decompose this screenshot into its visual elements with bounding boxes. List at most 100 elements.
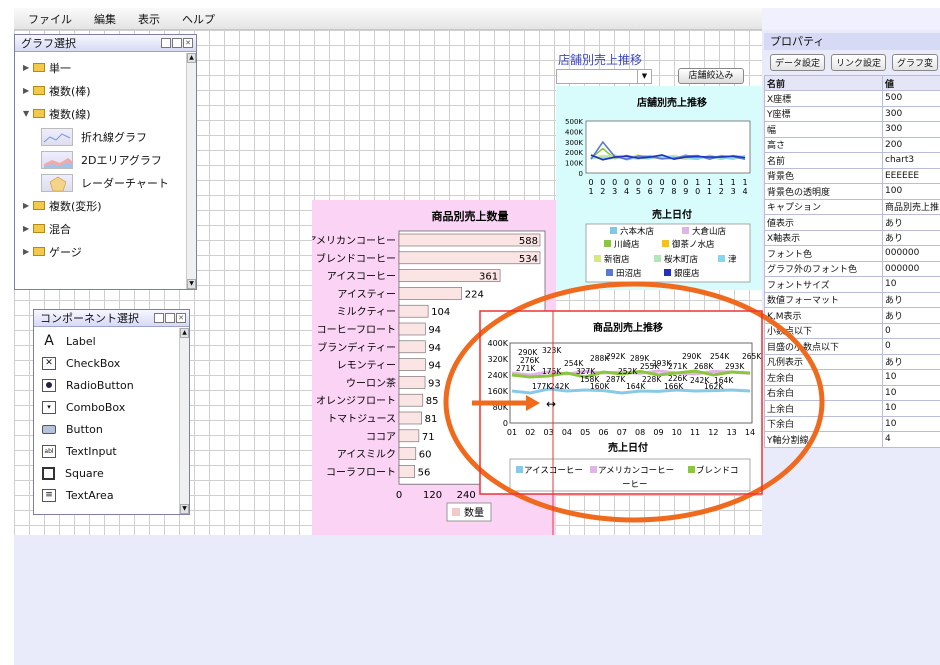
tab-graph-change[interactable]: グラフ変	[892, 54, 939, 71]
property-row[interactable]: X座標 500	[764, 90, 940, 107]
trend-data-label: 265K	[742, 352, 762, 361]
property-row[interactable]: 名前 chart3	[764, 152, 940, 169]
component-combobox[interactable]: ▾ ComboBox	[34, 396, 189, 418]
tab-link-settings[interactable]: リンク設定	[831, 54, 887, 71]
bar[interactable]	[398, 393, 424, 407]
sub-item-2d-area[interactable]: 2Dエリアグラフ	[15, 148, 196, 171]
graph-item-gauge[interactable]: ▶ ゲージ	[15, 240, 196, 263]
property-row[interactable]: K,M表示 あり	[764, 307, 940, 324]
property-value[interactable]: 200	[882, 136, 940, 153]
bar[interactable]	[398, 376, 426, 389]
property-value[interactable]: 300	[882, 121, 940, 138]
property-value[interactable]: あり	[882, 353, 940, 370]
property-row[interactable]: フォントサイズ 10	[764, 276, 940, 293]
close-icon[interactable]: ✕	[176, 313, 186, 323]
menu-help[interactable]: ヘルプ	[182, 11, 215, 27]
property-row[interactable]: 幅 300	[764, 121, 940, 138]
property-value[interactable]: 100	[882, 183, 940, 200]
store-filter-button[interactable]: 店舗絞込み	[678, 68, 744, 84]
property-value[interactable]: あり	[882, 291, 940, 308]
property-row[interactable]: 目盛の小数点以下 0	[764, 338, 940, 355]
property-value[interactable]: 500	[882, 90, 940, 107]
chevron-down-icon[interactable]: ▼	[637, 70, 651, 83]
property-value[interactable]: 300	[882, 105, 940, 122]
product-trend-chart[interactable]: 商品別売上推移 400K 320K 240K 160K 80K 0 01 02 03 04 05 06 0…	[480, 311, 762, 494]
property-row[interactable]: 高さ 200	[764, 136, 940, 153]
property-value[interactable]: 000000	[882, 245, 940, 262]
minimize-icon[interactable]	[154, 313, 164, 323]
menu-view[interactable]: 表示	[138, 11, 160, 27]
property-row[interactable]: 右余白 10	[764, 384, 940, 401]
property-row[interactable]: キャプション 商品別売上推	[764, 198, 940, 215]
property-value[interactable]: 商品別売上推	[882, 198, 940, 215]
property-row[interactable]: X軸表示 あり	[764, 229, 940, 246]
component-button[interactable]: Button	[34, 418, 189, 440]
bar[interactable]	[398, 322, 426, 336]
store-chart[interactable]: 店舗別売上推移 500K 400K 300K 200K 100K 0 0 1 0 2 0 3 0 4 0 5 0 6…	[556, 86, 762, 290]
property-value[interactable]: 10	[882, 415, 940, 432]
property-row[interactable]: 小数点以下 0	[764, 322, 940, 339]
graph-item-multi-transform[interactable]: ▶ 複数(変形)	[15, 194, 196, 217]
bar[interactable]	[398, 447, 417, 460]
property-value[interactable]: 0	[882, 322, 940, 339]
component-textarea[interactable]: ≡ TextArea	[34, 484, 189, 506]
property-value[interactable]: 000000	[882, 260, 940, 277]
property-row[interactable]: 値表示 あり	[764, 214, 940, 231]
store-sales-link[interactable]: 店舗別売上推移	[558, 51, 642, 68]
store-combobox[interactable]: ▼	[556, 69, 652, 84]
property-row[interactable]: 上余白 10	[764, 400, 940, 417]
bar[interactable]	[398, 411, 422, 425]
property-row[interactable]: フォント色 000000	[764, 245, 940, 262]
component-label[interactable]: A Label	[34, 330, 189, 352]
component-square[interactable]: Square	[34, 462, 189, 484]
scroll-down-icon[interactable]: ▼	[187, 279, 196, 289]
property-value[interactable]: あり	[882, 214, 940, 231]
bar[interactable]	[398, 429, 420, 443]
property-row[interactable]: グラフ外のフォント色 000000	[764, 260, 940, 277]
property-value[interactable]: 4	[882, 431, 940, 448]
component-radiobutton[interactable]: RadioButton	[34, 374, 189, 396]
property-row[interactable]: 背景色 EEEEEE	[764, 167, 940, 184]
bar[interactable]	[398, 287, 463, 300]
component-checkbox[interactable]: ✕ CheckBox	[34, 352, 189, 374]
property-value[interactable]: 0	[882, 338, 940, 355]
property-value[interactable]: あり	[882, 307, 940, 324]
property-value[interactable]: 10	[882, 384, 940, 401]
property-value[interactable]: あり	[882, 229, 940, 246]
property-row[interactable]: 凡例表示 あり	[764, 353, 940, 370]
property-value[interactable]: 10	[882, 276, 940, 293]
graph-item-mixed[interactable]: ▶ 混合	[15, 217, 196, 240]
component-panel-scrollbar[interactable]: ▲ ▼	[179, 328, 189, 514]
minimize-icon[interactable]	[161, 38, 171, 48]
property-row[interactable]: 背景色の透明度 100	[764, 183, 940, 200]
property-row[interactable]: Y軸分割線 4	[764, 431, 940, 448]
close-icon[interactable]: ✕	[183, 38, 193, 48]
scroll-up-icon[interactable]: ▲	[187, 53, 196, 63]
component-textinput[interactable]: abl TextInput	[34, 440, 189, 462]
sub-item-line-graph[interactable]: 折れ線グラフ	[15, 125, 196, 148]
property-value[interactable]: EEEEEE	[882, 167, 940, 184]
bar[interactable]	[398, 358, 426, 371]
scroll-up-icon[interactable]: ▲	[180, 328, 189, 338]
graph-panel-scrollbar[interactable]: ▲ ▼	[186, 53, 196, 289]
tab-data-settings[interactable]: データ設定	[770, 54, 826, 71]
property-row[interactable]: 左余白 10	[764, 369, 940, 386]
scroll-down-icon[interactable]: ▼	[180, 504, 189, 514]
sub-item-radar[interactable]: レーダーチャート	[15, 171, 196, 194]
property-value[interactable]: 10	[882, 400, 940, 417]
bar[interactable]	[398, 340, 426, 354]
graph-item-single[interactable]: ▶ 単一	[15, 56, 196, 79]
property-value[interactable]: 10	[882, 369, 940, 386]
maximize-icon[interactable]	[165, 313, 175, 323]
menu-edit[interactable]: 編集	[94, 11, 116, 27]
property-row[interactable]: 数値フォーマット あり	[764, 291, 940, 308]
bar[interactable]	[398, 304, 429, 318]
graph-item-multi-line[interactable]: ▼ 複数(線)	[15, 102, 196, 125]
property-row[interactable]: 下余白 10	[764, 415, 940, 432]
property-value[interactable]: chart3	[882, 152, 940, 169]
bar[interactable]	[398, 465, 415, 478]
menu-file[interactable]: ファイル	[28, 11, 72, 27]
graph-item-multi-bar[interactable]: ▶ 複数(棒)	[15, 79, 196, 102]
property-row[interactable]: Y座標 300	[764, 105, 940, 122]
maximize-icon[interactable]	[172, 38, 182, 48]
